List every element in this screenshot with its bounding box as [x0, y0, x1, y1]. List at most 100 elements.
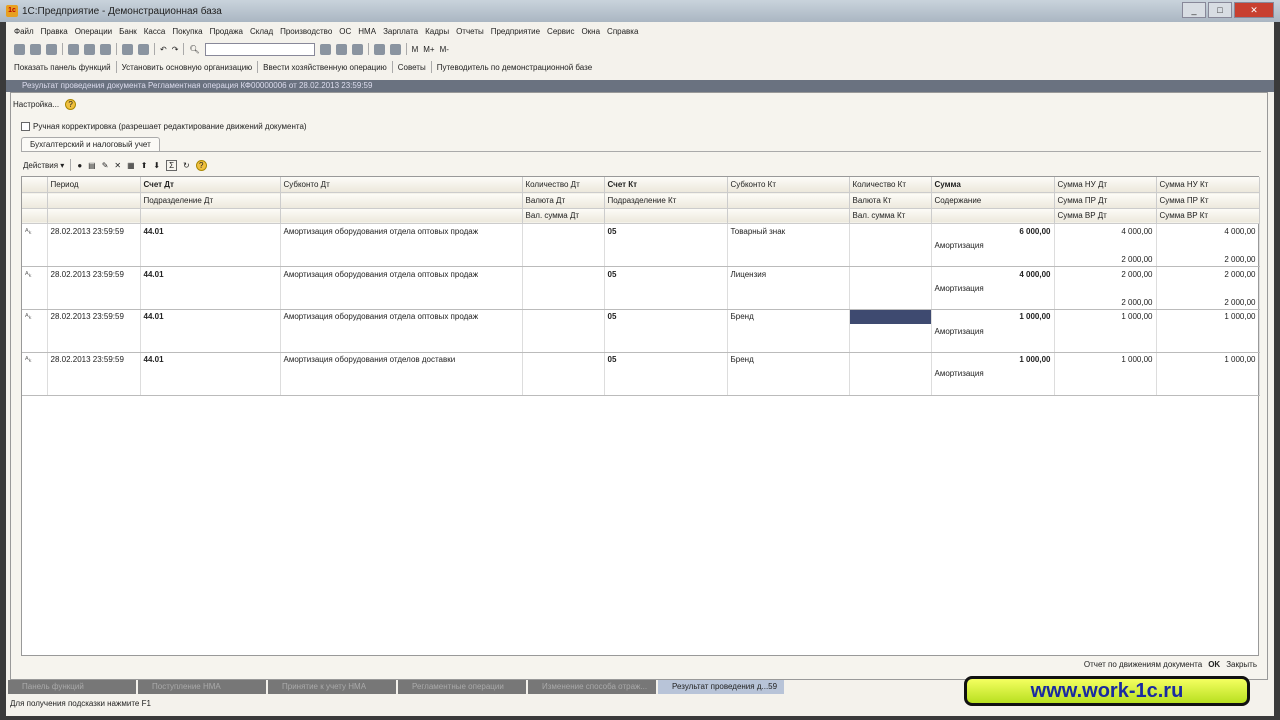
table-cell[interactable]: [1054, 366, 1157, 382]
column-header[interactable]: Сумма НУ Кт: [1156, 177, 1260, 194]
column-header[interactable]: [280, 192, 523, 209]
table-cell[interactable]: 28.02.2013 23:59:59: [47, 352, 141, 367]
table-cell[interactable]: [849, 366, 932, 382]
table-cell[interactable]: 1 000,00: [931, 352, 1055, 367]
table-cell[interactable]: [1156, 238, 1260, 253]
table-cell[interactable]: [1054, 238, 1157, 253]
table-cell[interactable]: [1156, 366, 1260, 382]
column-header[interactable]: [604, 208, 728, 225]
table-cell[interactable]: [931, 252, 1055, 268]
column-header[interactable]: [727, 208, 850, 225]
table-cell[interactable]: [140, 323, 281, 339]
table-cell[interactable]: [849, 223, 932, 239]
table-cell[interactable]: [140, 338, 281, 353]
table-cell[interactable]: Амортизация оборудования отдела оптовых …: [280, 266, 523, 281]
move-down-icon[interactable]: ⬇: [153, 161, 160, 170]
table-cell[interactable]: [849, 252, 932, 268]
settings-button[interactable]: Настройка...: [13, 100, 59, 109]
table-cell[interactable]: 28.02.2013 23:59:59: [47, 223, 141, 239]
column-header[interactable]: [22, 192, 48, 209]
table-cell[interactable]: [522, 323, 605, 339]
table-cell[interactable]: Амортизация оборудования отдела оптовых …: [280, 309, 523, 324]
menu-item[interactable]: Операции: [75, 27, 112, 36]
table-cell[interactable]: Бренд: [727, 352, 850, 367]
table-cell[interactable]: [849, 323, 932, 339]
entry-icon[interactable]: ᴬₖ: [22, 352, 48, 367]
help-icon[interactable]: ?: [195, 159, 207, 171]
calculator-icon[interactable]: [389, 43, 401, 55]
column-header[interactable]: Валюта Кт: [849, 192, 932, 209]
column-header[interactable]: Сумма ВР Кт: [1156, 208, 1260, 225]
table-row[interactable]: Амортизация: [22, 280, 1260, 296]
table-cell[interactable]: [22, 323, 48, 339]
table-cell[interactable]: [604, 366, 728, 382]
table-cell[interactable]: [280, 381, 523, 396]
table-cell[interactable]: Амортизация: [931, 280, 1055, 296]
table-cell[interactable]: [849, 338, 932, 353]
table-cell[interactable]: 05: [604, 223, 728, 239]
add-icon[interactable]: ●: [77, 161, 82, 170]
sum-icon[interactable]: Σ: [166, 159, 178, 171]
table-cell[interactable]: 4 000,00: [1156, 223, 1260, 239]
close-button[interactable]: ✕: [1234, 2, 1274, 18]
tips-button[interactable]: Советы: [398, 63, 426, 72]
table-cell[interactable]: [604, 295, 728, 311]
table-cell[interactable]: [522, 238, 605, 253]
table-cell[interactable]: [727, 252, 850, 268]
table-cell[interactable]: [604, 381, 728, 396]
table-cell[interactable]: 44.01: [140, 266, 281, 281]
table-cell[interactable]: [140, 366, 281, 382]
table-cell[interactable]: [280, 338, 523, 353]
checkbox-box[interactable]: [21, 122, 30, 131]
table-cell[interactable]: [931, 381, 1055, 396]
taskbar-item[interactable]: Результат проведения д...59: [658, 680, 784, 694]
table-cell[interactable]: 1 000,00: [1054, 352, 1157, 367]
table-cell[interactable]: [47, 323, 141, 339]
table-cell[interactable]: [22, 295, 48, 311]
table-cell[interactable]: [604, 238, 728, 253]
menu-item[interactable]: Продажа: [210, 27, 243, 36]
refresh-icon[interactable]: ↻: [183, 161, 190, 170]
column-header[interactable]: [22, 177, 48, 194]
table-cell[interactable]: Амортизация: [931, 238, 1055, 253]
table-cell[interactable]: [22, 280, 48, 296]
table-cell[interactable]: [22, 338, 48, 353]
table-cell[interactable]: [1054, 323, 1157, 339]
table-cell[interactable]: [22, 381, 48, 396]
menu-item[interactable]: Склад: [250, 27, 273, 36]
save-row-icon[interactable]: ▦: [127, 161, 135, 170]
table-cell[interactable]: [604, 323, 728, 339]
menu-item[interactable]: Сервис: [547, 27, 574, 36]
guide-button[interactable]: Путеводитель по демонстрационной базе: [437, 63, 592, 72]
column-header[interactable]: Сумма ВР Дт: [1054, 208, 1157, 225]
table-cell[interactable]: [849, 295, 932, 311]
column-header[interactable]: Вал. сумма Дт: [522, 208, 605, 225]
column-header[interactable]: Сумма: [931, 177, 1055, 194]
column-header[interactable]: [47, 208, 141, 225]
table-cell[interactable]: [931, 338, 1055, 353]
table-row[interactable]: [22, 381, 1260, 396]
menu-item[interactable]: Банк: [119, 27, 137, 36]
table-cell[interactable]: [1156, 338, 1260, 353]
table-cell[interactable]: [1156, 280, 1260, 296]
table-cell[interactable]: 2 000,00: [1156, 252, 1260, 268]
table-cell[interactable]: [280, 366, 523, 382]
column-header[interactable]: Сумма НУ Дт: [1054, 177, 1157, 194]
column-header[interactable]: Подразделение Дт: [140, 192, 281, 209]
manual-correction-checkbox[interactable]: Ручная корректировка (разрешает редактир…: [21, 122, 307, 131]
calendar-icon[interactable]: [373, 43, 385, 55]
table-cell[interactable]: [1054, 338, 1157, 353]
menu-item[interactable]: Окна: [581, 27, 600, 36]
table-cell[interactable]: [1156, 323, 1260, 339]
table-cell[interactable]: [522, 381, 605, 396]
column-header[interactable]: [280, 208, 523, 225]
search-icon[interactable]: 🔍︎: [189, 45, 199, 54]
table-cell[interactable]: [604, 252, 728, 268]
table-row[interactable]: [22, 338, 1260, 353]
column-header[interactable]: [931, 208, 1055, 225]
entries-grid[interactable]: Период Счет Дт Субконто Дт Количество Дт Сче…: [21, 176, 1260, 656]
table-cell[interactable]: 2 000,00: [1054, 266, 1157, 281]
column-header[interactable]: Период: [47, 177, 141, 194]
undo-icon[interactable]: ↶: [160, 45, 167, 54]
menu-item[interactable]: Справка: [607, 27, 638, 36]
